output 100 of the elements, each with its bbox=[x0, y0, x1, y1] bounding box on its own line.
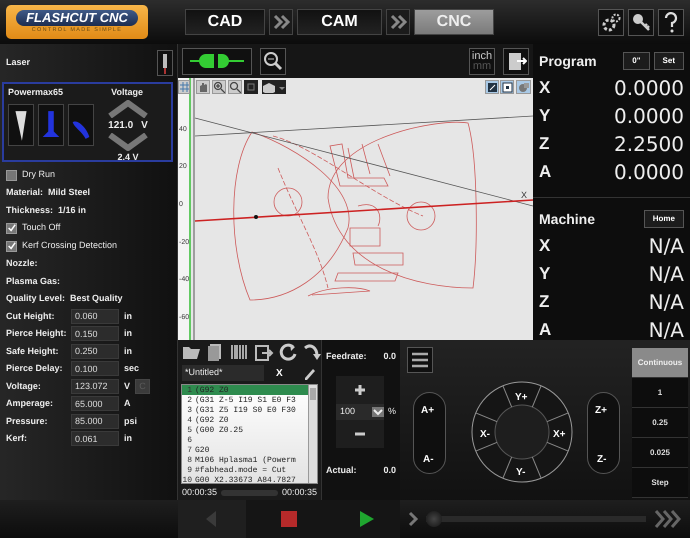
torch-icon bbox=[160, 52, 170, 74]
settings-button[interactable] bbox=[598, 8, 624, 36]
code-line[interactable]: 8 M106 Hplasma1 (Powerm bbox=[182, 455, 308, 465]
voltage-down-button[interactable] bbox=[106, 132, 150, 150]
line-number: 7 bbox=[186, 445, 193, 455]
input-field[interactable]: 85.000 bbox=[71, 414, 119, 429]
step-option[interactable]: 0.25 bbox=[632, 408, 688, 438]
checkbox-label[interactable]: Kerf Crossing Detection bbox=[22, 239, 118, 253]
step-option[interactable]: Step bbox=[632, 468, 688, 498]
stop-icon bbox=[279, 508, 299, 530]
input-field[interactable]: 65.000 bbox=[71, 396, 119, 412]
play-button[interactable] bbox=[332, 500, 400, 538]
checkbox[interactable] bbox=[6, 240, 17, 252]
close-button[interactable]: X bbox=[276, 366, 283, 380]
logo-title: FLASHCUT CNC bbox=[16, 10, 138, 26]
unit-label: in bbox=[124, 310, 132, 322]
pan-button[interactable] bbox=[196, 80, 210, 94]
code-line[interactable]: 4 (G92 Z0 bbox=[182, 415, 308, 425]
exit-button[interactable] bbox=[503, 48, 529, 74]
code-line[interactable]: 5 (G00 Z0.25 bbox=[182, 425, 308, 435]
jog-a-plus-button[interactable]: A+ bbox=[421, 403, 434, 418]
redo-button[interactable] bbox=[302, 342, 322, 362]
tab[interactable]: CAM bbox=[297, 9, 382, 35]
setting-label: Thickness: bbox=[6, 204, 54, 216]
line-number: 8 bbox=[186, 455, 193, 465]
refresh-button[interactable] bbox=[278, 342, 298, 362]
voltage-up-button[interactable] bbox=[106, 100, 150, 118]
input-field[interactable]: 0.250 bbox=[71, 344, 119, 359]
voltage-value: 121.0 bbox=[108, 118, 134, 132]
connection-button[interactable] bbox=[182, 48, 252, 74]
grid-button[interactable] bbox=[178, 80, 190, 94]
slider-thumb[interactable] bbox=[426, 511, 442, 527]
axis-value: N/A bbox=[648, 317, 684, 344]
consumable-icon bbox=[38, 104, 64, 146]
code-line[interactable]: 10 G00 X2.33673 A84.7827 bbox=[182, 475, 308, 483]
feed-increase-button[interactable] bbox=[336, 376, 384, 404]
code-line[interactable]: 6 bbox=[182, 435, 308, 445]
jog-y-minus-button[interactable]: Y- bbox=[516, 465, 526, 480]
code-line[interactable]: 9 #fabhead.mode = Cut bbox=[182, 465, 308, 475]
file-name-field: *Untitled* bbox=[182, 365, 264, 381]
input-field[interactable]: 123.072 bbox=[71, 378, 119, 394]
key-button[interactable] bbox=[628, 8, 654, 36]
units-toggle-button[interactable]: inch mm bbox=[469, 48, 495, 74]
zoom-button[interactable] bbox=[260, 48, 286, 74]
home-button[interactable]: Home bbox=[644, 210, 684, 228]
torch-button[interactable] bbox=[157, 50, 173, 76]
edit-button[interactable] bbox=[303, 366, 317, 380]
checkbox[interactable] bbox=[6, 222, 17, 234]
key-icon bbox=[630, 11, 652, 33]
jog-z-minus-button[interactable]: Z- bbox=[597, 452, 606, 467]
code-line[interactable]: 2 (G31 Z-5 I19 S1 E0 F3 bbox=[182, 395, 308, 405]
export-button[interactable] bbox=[254, 342, 274, 362]
setting-label: Plasma Gas: bbox=[6, 274, 62, 288]
checkbox-label[interactable]: Touch Off bbox=[22, 221, 60, 235]
help-button[interactable] bbox=[658, 8, 684, 36]
line-number: 9 bbox=[186, 465, 193, 475]
zoom-in-icon bbox=[213, 81, 225, 93]
feed-decrease-button[interactable] bbox=[336, 420, 384, 448]
setting-label: Quality Level: bbox=[6, 292, 66, 305]
zero-button[interactable]: 0" bbox=[623, 52, 650, 70]
zoom-window-button[interactable] bbox=[244, 80, 258, 94]
input-field[interactable]: 0.061 bbox=[71, 431, 119, 446]
input-field[interactable]: 0.150 bbox=[71, 326, 119, 342]
line-number: 3 bbox=[186, 405, 193, 415]
tab[interactable]: CAD bbox=[185, 9, 265, 35]
zoom-in-button[interactable] bbox=[212, 80, 226, 94]
center-icon bbox=[501, 81, 513, 93]
setting-label: Pierce Height: bbox=[6, 327, 66, 340]
unit-label: in bbox=[124, 327, 132, 340]
stop-button[interactable] bbox=[246, 500, 332, 538]
gear-icon bbox=[600, 11, 622, 33]
checkbox[interactable] bbox=[6, 170, 17, 180]
code-text: (G31 Z-5 I19 S1 E0 F3 bbox=[195, 395, 296, 405]
jog-z-plus-button[interactable]: Z+ bbox=[595, 403, 607, 418]
menu-button[interactable] bbox=[407, 347, 433, 373]
jog-y-plus-button[interactable]: Y+ bbox=[515, 390, 528, 405]
jog-x-plus-button[interactable]: X+ bbox=[553, 427, 566, 442]
zoom-extents-button[interactable] bbox=[228, 80, 242, 94]
axis-value: 0.0000 bbox=[614, 103, 684, 130]
code-text: #fabhead.mode = Cut bbox=[195, 465, 286, 475]
input-field[interactable]: 0.100 bbox=[71, 361, 119, 376]
set-button[interactable]: Set bbox=[654, 52, 684, 70]
code-line[interactable]: 7 G20 bbox=[182, 445, 308, 455]
input-field[interactable]: 0.060 bbox=[71, 308, 119, 324]
override-field[interactable]: 100 bbox=[336, 404, 384, 420]
axis-label: X bbox=[539, 235, 552, 258]
resize-icon bbox=[486, 81, 498, 93]
code-button[interactable] bbox=[230, 342, 250, 362]
view-button[interactable] bbox=[262, 80, 286, 94]
setting-label: Kerf: bbox=[6, 432, 28, 445]
step-option[interactable]: 1 bbox=[632, 378, 688, 408]
axis-value: 0.0000 bbox=[614, 159, 684, 186]
fit-button[interactable] bbox=[485, 80, 499, 94]
checkbox-label[interactable]: Dry Run bbox=[22, 168, 56, 182]
code-line[interactable]: 3 (G31 Z5 I19 S0 E0 F30 bbox=[182, 405, 308, 415]
jog-a-minus-button[interactable]: A- bbox=[423, 452, 434, 467]
step-option[interactable]: 0.025 bbox=[632, 438, 688, 468]
jog-x-minus-button[interactable]: X- bbox=[480, 427, 490, 442]
axis-label: A bbox=[539, 161, 552, 184]
center-button[interactable] bbox=[500, 80, 514, 94]
